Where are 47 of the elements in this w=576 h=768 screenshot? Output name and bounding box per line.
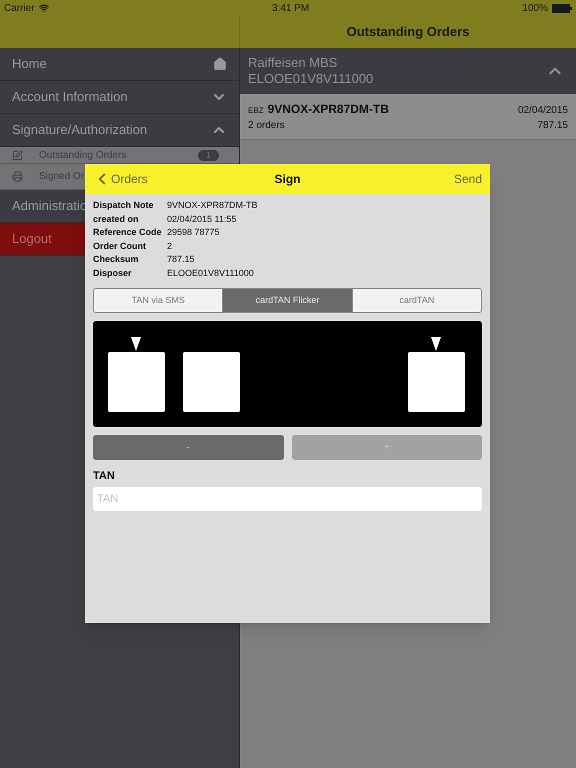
dialog-title: Sign: [274, 171, 300, 188]
order-date: 02/04/2015: [518, 104, 568, 118]
sidebar-label: Home: [12, 55, 47, 74]
carrier-label: Carrier: [4, 2, 35, 16]
battery-icon: [552, 4, 572, 12]
send-button[interactable]: Send: [454, 170, 482, 188]
detail-value: 02/04/2015 11:55: [167, 212, 236, 226]
method-tab[interactable]: cardTAN Flicker: [222, 289, 352, 312]
edit-icon: [12, 150, 23, 161]
order-row[interactable]: EBZ 9VNOX-XPR87DM-TB 02/04/2015 2 orders 787.15: [240, 94, 576, 140]
account-name: Raiffeisen MBS: [248, 55, 338, 71]
time-label: 3:41 PM: [272, 2, 310, 16]
sidebar-label: Administratio: [12, 197, 88, 216]
account-number: ELOOE01V8V111000: [248, 71, 374, 87]
battery-label: 100%: [522, 2, 548, 16]
detail-label: Reference Code: [93, 226, 163, 239]
method-tab[interactable]: cardTAN: [352, 289, 481, 312]
step-button[interactable]: -: [93, 435, 284, 460]
submenu-label: Outstanding Orders: [39, 150, 126, 161]
detail-label: Checksum: [93, 253, 140, 266]
detail-value: 29598 78775: [167, 226, 220, 239]
method-tab[interactable]: TAN via SMS: [94, 289, 222, 312]
sidebar-label: Account Information: [12, 88, 128, 106]
nav-title: Outstanding Orders: [346, 23, 470, 42]
order-id: 9VNOX-XPR87DM-TB: [268, 101, 389, 118]
detail-label: Disposer: [93, 266, 133, 280]
order-prefix: EBZ: [248, 105, 264, 117]
printer-icon: [12, 171, 23, 182]
tan-label: TAN: [93, 469, 116, 484]
detail-value: 2: [167, 240, 172, 252]
back-button[interactable]: Orders: [93, 170, 148, 188]
count-badge: 1: [198, 150, 219, 161]
detail-label: Order Count: [93, 240, 147, 252]
order-amount: 787.15: [537, 119, 568, 133]
detail-label: Dispatch Note: [93, 199, 155, 212]
sidebar-label: Signature/Authorization: [12, 121, 148, 140]
tan-field[interactable]: TAN: [93, 486, 482, 510]
order-count: 2 orders: [248, 119, 285, 133]
submenu-label: Signed Or: [39, 171, 84, 182]
detail-value: 787.15: [167, 253, 195, 266]
home-icon: [213, 57, 227, 71]
detail-value: 9VNOX-XPR87DM-TB: [167, 199, 258, 212]
detail-label: created on: [93, 212, 140, 226]
detail-value: ELOOE01V8V111000: [167, 266, 254, 280]
submenu-item[interactable]: Outstanding Orders 1: [0, 147, 239, 164]
wifi-icon: [38, 3, 49, 13]
account-header[interactable]: Raiffeisen MBS ELOOE01V8V111000: [240, 48, 576, 94]
